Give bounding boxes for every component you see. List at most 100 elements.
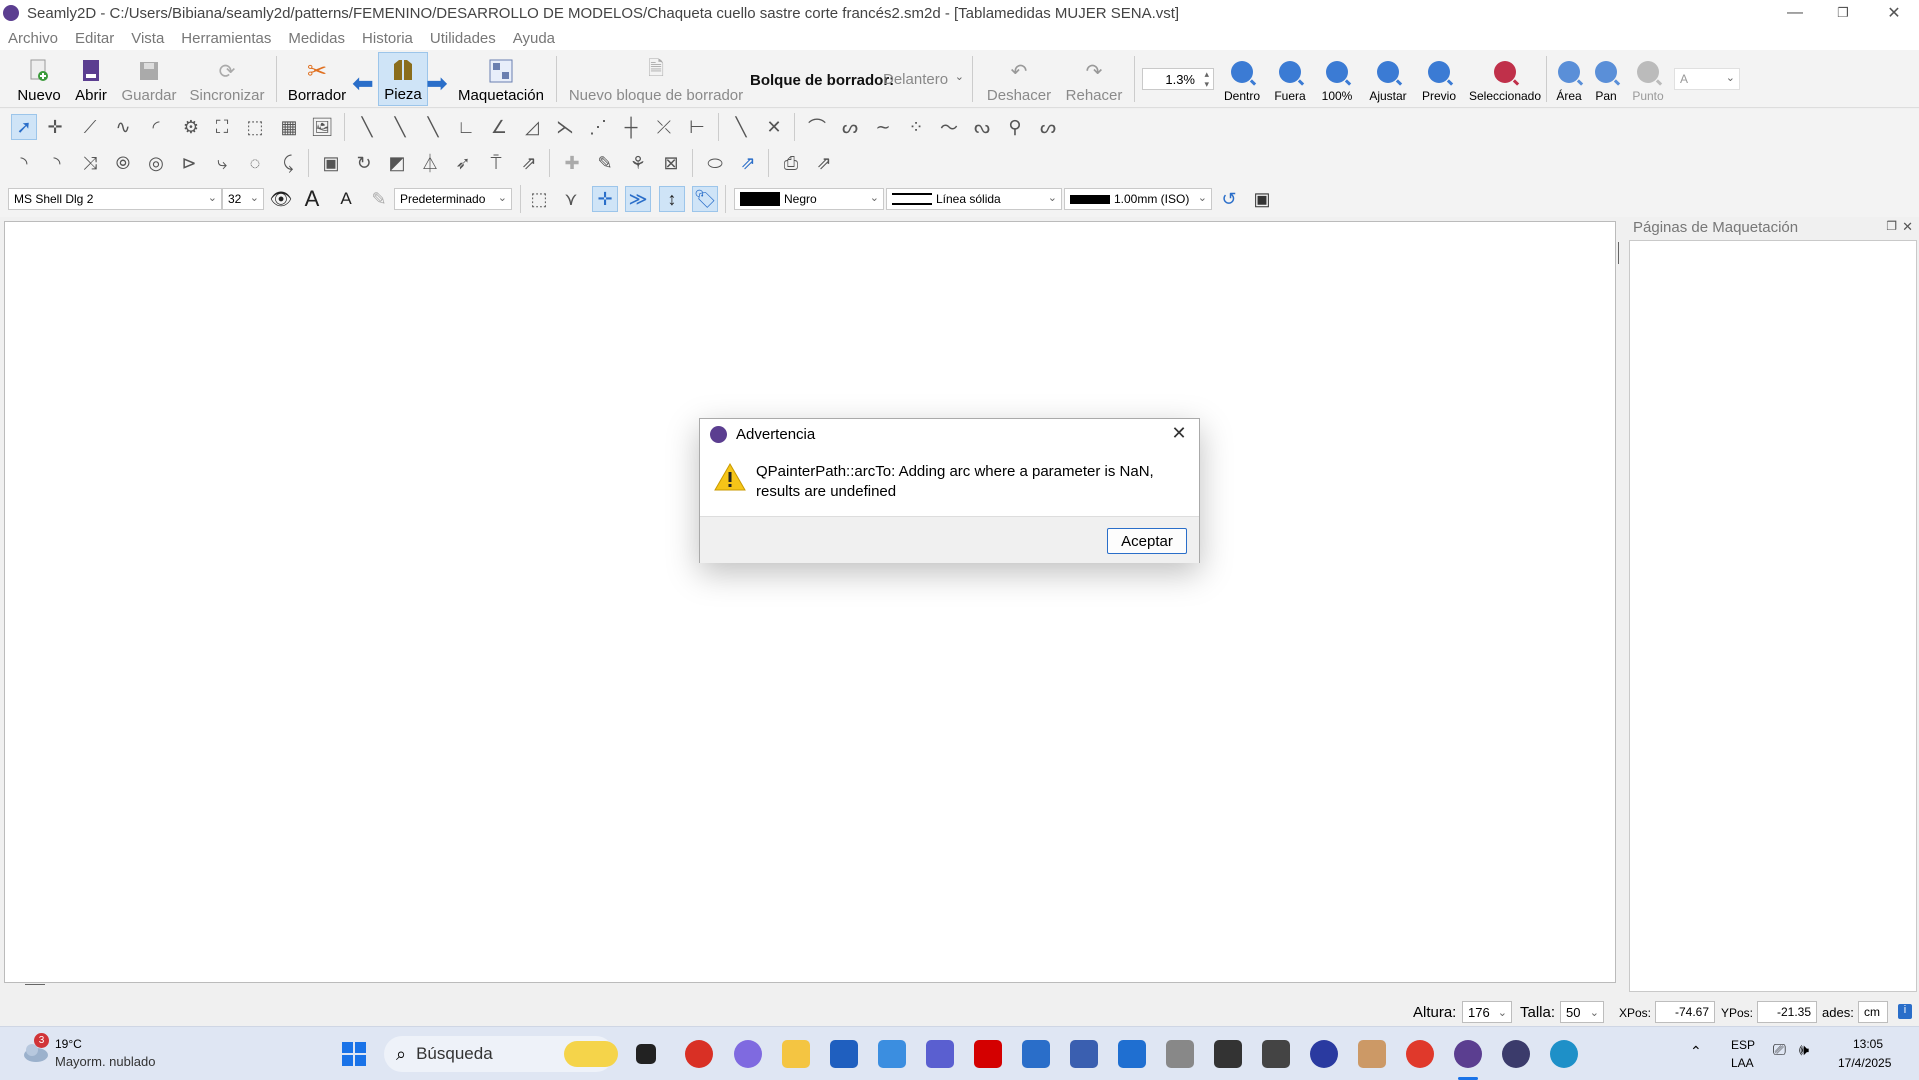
undo-button[interactable]: ↶ Deshacer — [984, 52, 1054, 106]
export-draft-icon[interactable]: ⇗ — [516, 150, 542, 176]
spline-intersect-icon[interactable]: ⚲ — [1002, 114, 1028, 140]
arc-tangent-icon[interactable]: ⤷ — [209, 150, 235, 176]
zoom-previous-button[interactable]: Previo — [1418, 54, 1460, 106]
open-button[interactable]: Abrir — [70, 52, 112, 106]
volume-icon[interactable]: 🕪 — [1799, 1042, 1809, 1060]
start-button[interactable] — [340, 1040, 368, 1068]
minimize-button[interactable]: — — [1770, 0, 1820, 26]
zoom-100-button[interactable]: 100% — [1317, 54, 1357, 106]
font-select[interactable]: MS Shell Dlg 2 ⌄ — [8, 188, 222, 210]
height-point-icon[interactable]: ⤫ — [651, 114, 677, 140]
eye-icon[interactable]: 👁 — [268, 186, 294, 212]
circle-tangent-icon[interactable]: ⊳ — [176, 150, 202, 176]
arc-radius-icon[interactable]: ⤹ — [275, 150, 301, 176]
dialog-close-button[interactable]: ✕ — [1167, 423, 1191, 445]
line-length-icon[interactable]: ╲ — [387, 114, 413, 140]
reset-icon[interactable]: ↺ — [1216, 186, 1242, 212]
app-icon[interactable] — [926, 1040, 954, 1068]
chrome-icon[interactable] — [685, 1040, 713, 1068]
app-icon[interactable] — [1118, 1040, 1146, 1068]
security-icon[interactable] — [1022, 1040, 1050, 1068]
spline-points-icon[interactable]: ⁘ — [903, 114, 929, 140]
taskbar-search[interactable]: ⌕ Búsqueda — [384, 1036, 618, 1072]
line-point-icon[interactable]: ╲ — [354, 114, 380, 140]
menu-ayuda[interactable]: Ayuda — [513, 30, 555, 47]
midpoint-icon[interactable]: ┼ — [618, 114, 644, 140]
export-layout-icon[interactable]: ⇗ — [735, 150, 761, 176]
info-icon[interactable]: i — [1898, 1004, 1912, 1019]
zoom-out-button[interactable]: Fuera — [1270, 54, 1310, 106]
line-icon[interactable]: ╲ — [728, 114, 754, 140]
chevron-up-icon[interactable]: ⌃ — [1690, 1043, 1702, 1060]
float-panel-icon[interactable]: ❐ — [1886, 219, 1897, 233]
line-angle-icon[interactable]: ╲ — [420, 114, 446, 140]
line-intersect-icon[interactable]: ✕ — [761, 114, 787, 140]
save-button[interactable]: Guardar — [120, 52, 178, 106]
arc-length-icon[interactable]: ◝ — [44, 150, 70, 176]
internal-path-icon[interactable]: ⚘ — [625, 150, 651, 176]
spline-icon[interactable]: ⌒ — [804, 114, 830, 140]
select-area-icon[interactable]: ⬚ — [242, 114, 268, 140]
snap-direction-icon[interactable]: ≫ — [625, 186, 651, 212]
spline-segment-icon[interactable]: 〜 — [936, 114, 962, 140]
add-piece-icon[interactable]: ✚ — [559, 150, 585, 176]
app-icon[interactable] — [1358, 1040, 1386, 1068]
normal-icon[interactable]: ∟ — [453, 114, 479, 140]
color-select[interactable]: Negro ⌄ — [734, 188, 884, 210]
anchor-icon[interactable]: ✎ — [592, 150, 618, 176]
menu-editar[interactable]: Editar — [75, 30, 114, 47]
new-button[interactable]: Nuevo — [14, 52, 64, 106]
new-draft-block-button[interactable]: 🗎 Nuevo bloque de borrador — [568, 52, 744, 106]
menu-utilidades[interactable]: Utilidades — [430, 30, 496, 47]
save-defaults-icon[interactable]: ▣ — [1249, 186, 1275, 212]
acrobat-icon[interactable] — [974, 1040, 1002, 1068]
line-type-select[interactable]: Línea sólida ⌄ — [886, 188, 1062, 210]
point-select[interactable]: A ⌄ — [1674, 68, 1740, 90]
font-size-select[interactable]: 32 ⌄ — [222, 188, 264, 210]
scrollbar-marker[interactable] — [1618, 242, 1619, 264]
menu-herramientas[interactable]: Herramientas — [181, 30, 271, 47]
drawing-canvas[interactable] — [4, 221, 1619, 985]
arc-tool-icon[interactable]: ◜ — [143, 114, 169, 140]
triangle-point-icon[interactable]: ⋰ — [585, 114, 611, 140]
dropper-icon[interactable]: ✎ — [366, 186, 392, 212]
arc-intersect-icon[interactable]: ⦾ — [110, 150, 136, 176]
spline-path-cut-icon[interactable]: ᔕ — [1035, 114, 1061, 140]
app-icon[interactable] — [1310, 1040, 1338, 1068]
piece-mode-button[interactable]: Pieza — [378, 52, 428, 106]
piece-tool-icon[interactable]: ⛶ — [209, 114, 235, 140]
language-2[interactable]: LAA — [1731, 1056, 1754, 1070]
app-icon[interactable] — [1214, 1040, 1242, 1068]
file-explorer-icon[interactable] — [782, 1040, 810, 1068]
app-icon[interactable] — [1070, 1040, 1098, 1068]
draft-mode-button[interactable]: ✂ Borrador — [284, 52, 350, 106]
point-tool-icon[interactable]: ✛ — [42, 114, 68, 140]
layout-settings-icon[interactable]: ⬭ — [702, 150, 728, 176]
pan-button[interactable]: Pan — [1590, 54, 1622, 106]
print-icon[interactable]: ⎙ — [778, 150, 804, 176]
snap-point-icon[interactable]: ✛ — [592, 186, 618, 212]
elliptical-arc-icon[interactable]: ◌ — [242, 150, 268, 176]
shoulder-point-icon[interactable]: ◿ — [519, 114, 545, 140]
menu-historia[interactable]: Historia — [362, 30, 413, 47]
mirror-icon[interactable]: ⏃ — [417, 150, 443, 176]
flip-icon[interactable]: ◩ — [384, 150, 410, 176]
move-icon[interactable]: ➶ — [450, 150, 476, 176]
copilot-icon[interactable] — [734, 1040, 762, 1068]
layout-pages-panel[interactable] — [1629, 240, 1917, 992]
layout-mode-button[interactable]: Maquetación — [458, 52, 544, 106]
restore-button[interactable]: ❐ — [1818, 0, 1868, 26]
snipping-icon[interactable] — [878, 1040, 906, 1068]
spline-cut-icon[interactable]: ᔓ — [969, 114, 995, 140]
language-1[interactable]: ESP — [1731, 1038, 1755, 1052]
style-select[interactable]: Predeterminado ⌄ — [394, 188, 512, 210]
export-icon[interactable]: ⇗ — [811, 150, 837, 176]
network-icon[interactable]: ⎚ — [1773, 1042, 1786, 1060]
sync-button[interactable]: ⟳ Sincronizar — [188, 52, 266, 106]
ok-button[interactable]: Aceptar — [1107, 528, 1187, 554]
menu-medidas[interactable]: Medidas — [288, 30, 345, 47]
circles-intersect-icon[interactable]: ◎ — [143, 150, 169, 176]
task-view-icon[interactable] — [636, 1044, 656, 1064]
redo-button[interactable]: ↷ Rehacer — [1064, 52, 1124, 106]
image-icon[interactable]: 🖼 — [309, 114, 335, 140]
